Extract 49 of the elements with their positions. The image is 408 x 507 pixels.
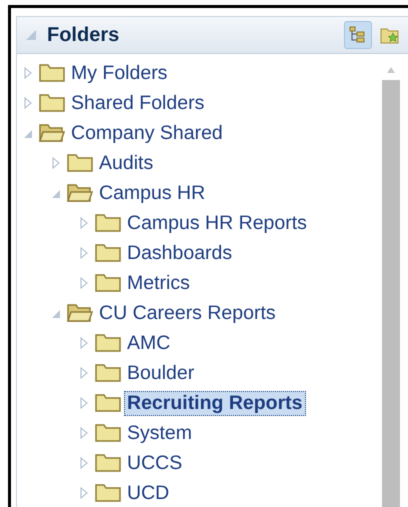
- expand-arrow-icon[interactable]: [79, 397, 89, 409]
- folder-item[interactable]: Recruiting Reports: [124, 390, 306, 416]
- expand-arrow-icon[interactable]: [79, 427, 89, 439]
- panel-title: Folders: [47, 24, 120, 46]
- tree-view-icon: [349, 26, 367, 44]
- folder-icon: [95, 333, 121, 353]
- collapse-panel-icon[interactable]: [25, 29, 37, 41]
- tree-view-button[interactable]: [344, 21, 372, 49]
- folder-icon: [95, 273, 121, 293]
- folder-icon: [95, 453, 121, 473]
- expand-arrow-icon[interactable]: [23, 97, 33, 109]
- open-folder-icon: [67, 303, 93, 323]
- folder-item[interactable]: Dashboards: [124, 240, 236, 266]
- expand-arrow-icon[interactable]: [79, 277, 89, 289]
- folder-item[interactable]: Metrics: [124, 270, 193, 296]
- folder-icon: [67, 153, 93, 173]
- folder-item[interactable]: System: [124, 420, 196, 446]
- folder-item[interactable]: AMC: [124, 330, 174, 356]
- folder-star-icon: [380, 26, 400, 44]
- folder-icon: [95, 393, 121, 413]
- folder-icon: [95, 483, 121, 503]
- expand-arrow-icon[interactable]: [79, 217, 89, 229]
- folder-icon: [95, 363, 121, 383]
- expand-arrow-icon[interactable]: [79, 367, 89, 379]
- folder-icon: [95, 243, 121, 263]
- folder-item[interactable]: My Folders: [68, 60, 170, 86]
- expand-arrow-icon[interactable]: [51, 157, 61, 169]
- folder-item[interactable]: Audits: [96, 150, 156, 176]
- scrollbar-thumb[interactable]: [382, 80, 400, 507]
- folder-item[interactable]: Boulder: [124, 360, 198, 386]
- folder-item[interactable]: Shared Folders: [68, 90, 208, 116]
- scroll-up-icon[interactable]: [386, 66, 396, 74]
- folder-item[interactable]: Campus HR Reports: [124, 210, 310, 236]
- folder-icon: [95, 423, 121, 443]
- expand-arrow-icon[interactable]: [79, 247, 89, 259]
- open-folder-icon: [67, 183, 93, 203]
- folder-icon: [39, 93, 65, 113]
- folder-item[interactable]: Company Shared: [68, 120, 226, 146]
- expand-arrow-icon[interactable]: [23, 67, 33, 79]
- folder-icon: [95, 213, 121, 233]
- expand-arrow-icon[interactable]: [79, 457, 89, 469]
- open-folder-icon: [39, 123, 65, 143]
- folder-icon: [39, 63, 65, 83]
- folder-item[interactable]: Campus HR: [96, 180, 208, 206]
- expand-arrow-icon[interactable]: [79, 487, 89, 499]
- folder-item[interactable]: CU Careers Reports: [96, 300, 279, 326]
- folder-item[interactable]: UCCS: [124, 450, 186, 476]
- folder-item[interactable]: UCD: [124, 480, 172, 506]
- expand-arrow-icon[interactable]: [79, 337, 89, 349]
